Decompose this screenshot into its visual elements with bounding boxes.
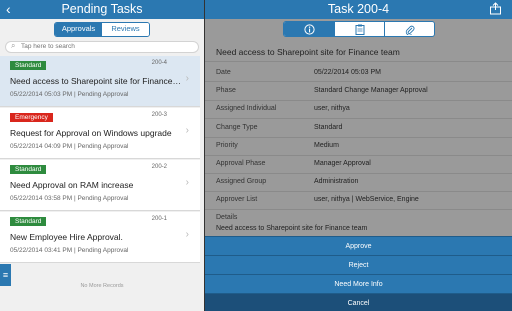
chevron-right-icon: › bbox=[185, 177, 189, 188]
detail-title: Task 200-4 bbox=[327, 2, 390, 16]
divider bbox=[205, 173, 512, 174]
approve-button[interactable]: Approve bbox=[205, 236, 512, 255]
segmented-control: Approvals Reviews bbox=[54, 22, 150, 37]
menu-icon[interactable]: ≡ bbox=[0, 264, 11, 286]
field-value: Administration bbox=[314, 178, 359, 185]
field-value: Standard bbox=[314, 124, 343, 131]
info-icon[interactable] bbox=[284, 22, 334, 36]
divider bbox=[205, 81, 512, 82]
divider bbox=[205, 61, 512, 62]
task-list-pane: ‹ Pending Tasks Approvals Reviews ⌕ Stan… bbox=[0, 0, 204, 311]
divider bbox=[205, 191, 512, 192]
task-detail-pane: Task 200-4 Need access to Sharepoint sit… bbox=[205, 0, 512, 311]
task-meta: 05/22/2014 03:41 PM | Pending Approval bbox=[10, 247, 129, 254]
field-label: Priority bbox=[216, 142, 238, 149]
paperclip-icon[interactable] bbox=[384, 22, 434, 36]
detail-tabs bbox=[283, 21, 435, 37]
task-item[interactable]: Standard 200-2 Need Approval on RAM incr… bbox=[0, 160, 200, 211]
chevron-right-icon: › bbox=[185, 125, 189, 136]
task-title: Need Approval on RAM increase bbox=[10, 180, 134, 190]
field-value: Manager Approval bbox=[314, 160, 371, 167]
page-title: Pending Tasks bbox=[61, 2, 143, 16]
field-label: Phase bbox=[216, 87, 236, 94]
task-summary: Need access to Sharepoint site for Finan… bbox=[216, 47, 400, 57]
task-title: Request for Approval on Windows upgrade bbox=[10, 128, 172, 138]
segment-approvals[interactable]: Approvals bbox=[55, 23, 102, 36]
chevron-right-icon: › bbox=[185, 229, 189, 240]
task-meta: 05/22/2014 03:58 PM | Pending Approval bbox=[10, 195, 129, 202]
divider bbox=[205, 100, 512, 101]
details-label: Details bbox=[216, 214, 238, 221]
task-meta: 05/22/2014 04:09 PM | Pending Approval bbox=[10, 143, 129, 150]
search-row: ⌕ bbox=[0, 39, 204, 56]
divider bbox=[205, 137, 512, 138]
search-box[interactable]: ⌕ bbox=[5, 41, 199, 53]
task-id: 200-1 bbox=[151, 216, 167, 222]
search-input[interactable] bbox=[21, 43, 171, 50]
divider bbox=[205, 209, 512, 210]
field-label: Assigned Group bbox=[216, 178, 267, 185]
field-label: Approval Phase bbox=[216, 160, 266, 167]
divider bbox=[205, 155, 512, 156]
task-item[interactable]: Standard 200-1 New Employee Hire Approva… bbox=[0, 212, 200, 263]
field-value: Standard Change Manager Approval bbox=[314, 87, 428, 94]
task-item[interactable]: Standard 200-4 Need access to Sharepoint… bbox=[0, 56, 200, 107]
right-header: Task 200-4 bbox=[205, 0, 512, 19]
priority-badge: Emergency bbox=[10, 113, 53, 122]
divider bbox=[205, 118, 512, 119]
task-id: 200-2 bbox=[151, 164, 167, 170]
reject-button[interactable]: Reject bbox=[205, 255, 512, 274]
segment-row: Approvals Reviews bbox=[0, 19, 204, 39]
field-label: Date bbox=[216, 69, 231, 76]
task-meta: 05/22/2014 05:03 PM | Pending Approval bbox=[10, 91, 129, 98]
task-item[interactable]: Emergency 200-3 Request for Approval on … bbox=[0, 108, 200, 159]
task-title: Need access to Sharepoint site for Finan… bbox=[10, 76, 182, 86]
task-id: 200-3 bbox=[151, 112, 167, 118]
tabs-row bbox=[205, 19, 512, 37]
no-more-records: No More Records bbox=[80, 283, 124, 289]
share-icon[interactable] bbox=[489, 2, 502, 20]
field-value: Medium bbox=[314, 142, 339, 149]
left-header: ‹ Pending Tasks bbox=[0, 0, 204, 19]
need-more-info-button[interactable]: Need More Info bbox=[205, 274, 512, 293]
priority-badge: Standard bbox=[10, 165, 47, 174]
search-icon: ⌕ bbox=[11, 41, 16, 50]
field-value: user, nithya bbox=[314, 105, 350, 112]
task-id: 200-4 bbox=[151, 60, 167, 66]
field-label: Change Type bbox=[216, 124, 258, 131]
clipboard-icon[interactable] bbox=[334, 22, 384, 36]
cancel-button[interactable]: Cancel bbox=[205, 293, 512, 311]
segment-reviews[interactable]: Reviews bbox=[102, 23, 149, 36]
chevron-right-icon: › bbox=[185, 73, 189, 84]
priority-badge: Standard bbox=[10, 61, 47, 70]
details-value: Need access to Sharepoint site for Finan… bbox=[216, 225, 368, 232]
priority-badge: Standard bbox=[10, 217, 47, 226]
field-value: user, nithya | WebService, Engine bbox=[314, 196, 419, 203]
field-label: Assigned Individual bbox=[216, 105, 277, 112]
field-value: 05/22/2014 05:03 PM bbox=[314, 69, 381, 76]
field-label: Approver List bbox=[216, 196, 258, 203]
task-title: New Employee Hire Approval. bbox=[10, 232, 123, 242]
